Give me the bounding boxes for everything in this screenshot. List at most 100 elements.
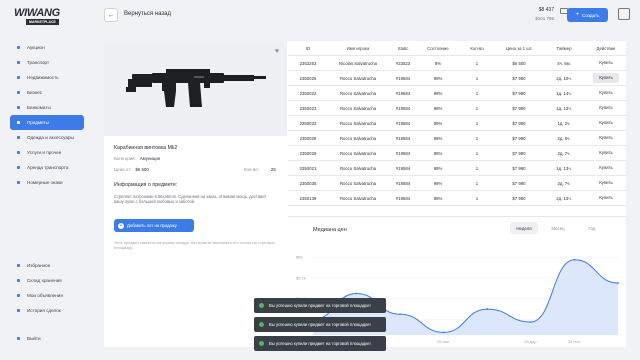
table-row[interactable]: 2350139 Rocco Salvatrucha #19584 98% 1 $7 990… xyxy=(288,191,626,206)
sidebar-item-favorites[interactable]: Избранное xyxy=(10,258,84,273)
cell-state: 98% xyxy=(433,135,443,141)
table-row[interactable]: 2350022 Rocco Salvatrucha #19584 98% 1 $7 990… xyxy=(288,86,626,101)
cell-price: $7 990 xyxy=(512,90,526,96)
buy-button[interactable]: Купить xyxy=(593,118,619,128)
buy-button[interactable]: Купить xyxy=(593,103,619,113)
y-tick-label: $5.2k xyxy=(296,275,306,280)
sidebar-item-clothes[interactable]: Одежда и аксессуары xyxy=(10,130,84,145)
cell-qty: 1 xyxy=(475,60,479,66)
table-row[interactable]: 2353263 Nicolas Salvatrucha #23523 8% 1 $6 50… xyxy=(288,56,626,71)
buy-button[interactable]: Купить xyxy=(593,73,619,83)
table-row[interactable]: 2350021 Rocco Salvatrucha #19584 98% 1 $7 990… xyxy=(288,161,626,176)
col-header-player: Имя игрока xyxy=(346,45,370,51)
table-row[interactable]: 2350029 Rocco Salvatrucha #19584 98% 1 $7 990… xyxy=(288,146,626,161)
sidebar-item-rental[interactable]: Аренда транспорта xyxy=(10,160,84,175)
sidebar-item-label: Склад хранения xyxy=(27,278,62,283)
sidebar-item-label: Одежда и аксессуары xyxy=(27,135,74,140)
buy-button[interactable]: Купить xyxy=(593,88,619,98)
cell-player: Rocco Salvatrucha xyxy=(339,135,377,141)
cell-state: 8% xyxy=(434,60,442,66)
description-heading: Информация о предмете: xyxy=(114,182,178,188)
cell-player: Rocco Salvatrucha xyxy=(339,105,377,111)
sidebar-item-plates[interactable]: Номерные знаки xyxy=(10,175,84,190)
dot-icon xyxy=(15,150,21,156)
action-cell: Купить xyxy=(586,133,626,143)
logo-subtext: MARKETPLACE xyxy=(26,19,59,25)
buy-button[interactable]: Купить xyxy=(593,178,619,188)
cell-timer: 1д. 13ч. xyxy=(556,105,572,111)
sidebar-item-realty[interactable]: Недвижимость xyxy=(10,70,84,85)
sidebar-item-label: Избранное xyxy=(27,263,51,268)
bottom-nav: Избранное Склад хранения Мои объявления … xyxy=(10,258,84,318)
action-cell: Купить xyxy=(586,73,626,83)
data-point xyxy=(529,321,532,323)
price-value: $6 500 xyxy=(135,167,149,172)
cell-price: $7 990 xyxy=(512,135,526,141)
sidebar-item-label: Номерные знаки xyxy=(27,180,63,185)
buy-button[interactable]: Купить xyxy=(593,193,619,203)
cell-player: Rocco Salvatrucha xyxy=(339,120,377,126)
box-icon xyxy=(15,278,21,284)
buy-button[interactable]: Купить xyxy=(593,133,619,143)
buy-button[interactable]: Купить xyxy=(593,163,619,173)
cell-state: 98% xyxy=(433,195,443,201)
toast-notification: Вы успешно купили предмет на торговой пл… xyxy=(254,317,386,332)
add-lot-button[interactable]: + Добавить лот на продажу xyxy=(114,219,194,232)
table-row[interactable]: 2350035 Rocco Salvatrucha #19584 98% 1 $7 990… xyxy=(288,176,626,191)
cell-static: #19584 xyxy=(395,150,411,156)
category-value: Амуниция xyxy=(139,156,161,161)
history-icon xyxy=(15,308,21,314)
cell-qty: 1 xyxy=(475,195,479,201)
create-button[interactable]: + Создать xyxy=(567,8,608,22)
col-header-timer: Таймер xyxy=(556,45,572,51)
cell-timer: 2д. 13ч. xyxy=(556,195,572,201)
sidebar-item-label: Мои объявления xyxy=(27,293,63,298)
cell-timer: 2д. 7ч. xyxy=(557,180,571,186)
logout-button[interactable]: Выйти xyxy=(10,331,84,346)
list-icon xyxy=(15,293,21,299)
plus-circle-icon: + xyxy=(118,222,124,229)
sidebar-item-label: Услуги и прочее xyxy=(27,150,62,155)
sidebar-item-auction[interactable]: Аукцион xyxy=(10,40,84,55)
logout-nav: Выйти xyxy=(10,331,84,346)
sidebar-item-business[interactable]: Бизнес xyxy=(10,85,84,100)
table-row[interactable]: 2350033 Rocco Salvatrucha #19584 98% 1 $7 990… xyxy=(288,116,626,131)
table-row[interactable]: 2350023 Rocco Salvatrucha #19584 98% 1 $7 990… xyxy=(288,101,626,116)
cell-price: $7 990 xyxy=(512,150,526,156)
col-header-price[interactable]: Цена за 1 шт. xyxy=(496,46,542,51)
dot-icon xyxy=(15,165,21,171)
qty-row: Кол-во: 25 xyxy=(244,167,276,172)
sidebar-item-items[interactable]: Предметы xyxy=(10,115,84,130)
cell-static: #19584 xyxy=(395,165,411,171)
cell-qty: 1 xyxy=(475,105,479,111)
add-lot-label: Добавить лот на продажу xyxy=(127,223,177,228)
table-row[interactable]: 2350028 Rocco Salvatrucha #19584 98% 1 $7 990… xyxy=(288,131,626,146)
sidebar-item-storage[interactable]: Склад хранения xyxy=(10,273,84,288)
sidebar-item-atms[interactable]: Банкоматы xyxy=(10,100,84,115)
buy-button[interactable]: Купить xyxy=(593,148,619,158)
cell-timer: 1д. 13ч. xyxy=(556,165,572,171)
cell-id: 2353263 xyxy=(299,60,317,66)
arrow-left-icon: ← xyxy=(107,11,115,19)
cell-player: Rocco Salvatrucha xyxy=(339,75,377,81)
back-label[interactable]: Вернуться назад xyxy=(124,11,171,17)
item-image: ♥ xyxy=(104,41,287,136)
sidebar-item-history[interactable]: История сделок xyxy=(10,303,84,318)
back-button[interactable]: ← xyxy=(104,8,118,22)
cell-timer: 2д. 6ч. xyxy=(557,135,571,141)
action-cell: Купить xyxy=(586,178,626,188)
logo-text: WIWANG xyxy=(14,7,60,19)
cell-static: #19584 xyxy=(395,195,411,201)
col-header-state: Состояние xyxy=(427,45,449,51)
cell-id: 2350021 xyxy=(299,165,317,171)
favorite-heart-icon[interactable]: ♥ xyxy=(275,48,279,55)
table-row[interactable]: 2350026 Rocco Salvatrucha #19584 99% 1 $7 990… xyxy=(288,71,626,86)
sidebar-item-my-listings[interactable]: Мои объявления xyxy=(10,288,84,303)
sidebar-item-services[interactable]: Услуги и прочее xyxy=(10,145,84,160)
offers-table: ID Имя игрока Static Состояние Кол-во Це… xyxy=(288,41,626,206)
data-point xyxy=(442,331,445,334)
sidebar-item-transport[interactable]: Транспорт xyxy=(10,55,84,70)
dot-icon xyxy=(15,105,21,111)
buy-button[interactable]: Купить xyxy=(593,58,619,68)
user-icon[interactable] xyxy=(618,8,630,20)
